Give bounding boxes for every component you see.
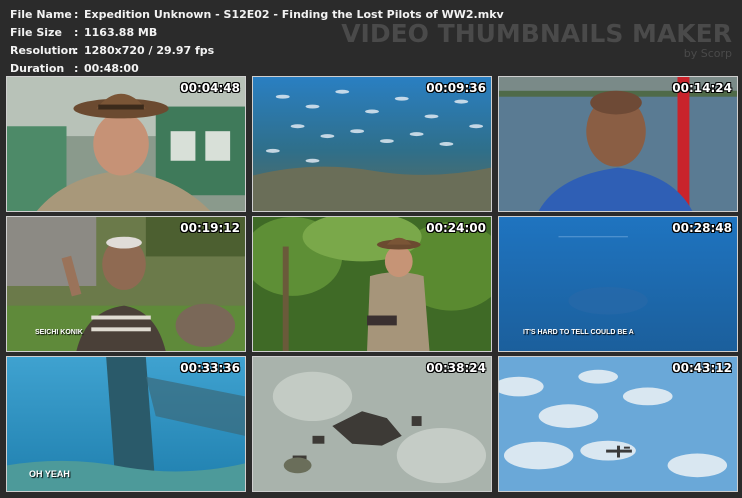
caption: SEICHI KONIK (35, 329, 83, 336)
info-colon: : (74, 8, 79, 21)
timestamp: 00:24:00 (426, 221, 486, 235)
timestamp: 00:04:48 (180, 81, 240, 95)
timestamp: 00:38:24 (426, 361, 486, 375)
thumbnail-2[interactable]: 00:09:36 (252, 76, 492, 212)
caption: OH YEAH (29, 469, 70, 479)
info-key: File Size (10, 26, 62, 39)
brand-watermark: VIDEO THUMBNAILS MAKER by Scorp (341, 19, 732, 61)
brand-subtitle: by Scorp (683, 47, 732, 60)
thumbnail-image (7, 77, 245, 211)
thumbnail-grid: 00:04:48 00:09:36 00:14:24 00:19:12 SEIC… (6, 76, 738, 492)
timestamp: 00:14:24 (672, 81, 732, 95)
thumbnail-7[interactable]: 00:33:36 OH YEAH (6, 356, 246, 492)
info-key: Resolution (10, 44, 77, 57)
thumbnail-8[interactable]: 00:38:24 (252, 356, 492, 492)
thumbnail-image (499, 77, 737, 211)
info-value: 1280x720 / 29.97 fps (84, 44, 215, 57)
info-colon: : (74, 26, 79, 39)
brand-title: VIDEO THUMBNAILS MAKER (341, 19, 732, 48)
thumbnail-image (253, 217, 491, 351)
thumbnail-3[interactable]: 00:14:24 (498, 76, 738, 212)
thumbnail-image (253, 357, 491, 491)
thumbnail-image (253, 77, 491, 211)
timestamp: 00:43:12 (672, 361, 732, 375)
thumbnail-1[interactable]: 00:04:48 (6, 76, 246, 212)
thumbnail-5[interactable]: 00:24:00 (252, 216, 492, 352)
thumbnail-6[interactable]: 00:28:48 IT'S HARD TO TELL COULD BE A (498, 216, 738, 352)
thumbnail-9[interactable]: 00:43:12 (498, 356, 738, 492)
timestamp: 00:28:48 (672, 221, 732, 235)
timestamp: 00:19:12 (180, 221, 240, 235)
info-value: 1163.88 MB (84, 26, 158, 39)
timestamp: 00:33:36 (180, 361, 240, 375)
timestamp: 00:09:36 (426, 81, 486, 95)
info-colon: : (74, 44, 79, 57)
caption: IT'S HARD TO TELL COULD BE A (523, 329, 634, 336)
info-key: File Name (10, 8, 72, 21)
thumbnail-image (499, 357, 737, 491)
thumbnail-4[interactable]: 00:19:12 SEICHI KONIK (6, 216, 246, 352)
